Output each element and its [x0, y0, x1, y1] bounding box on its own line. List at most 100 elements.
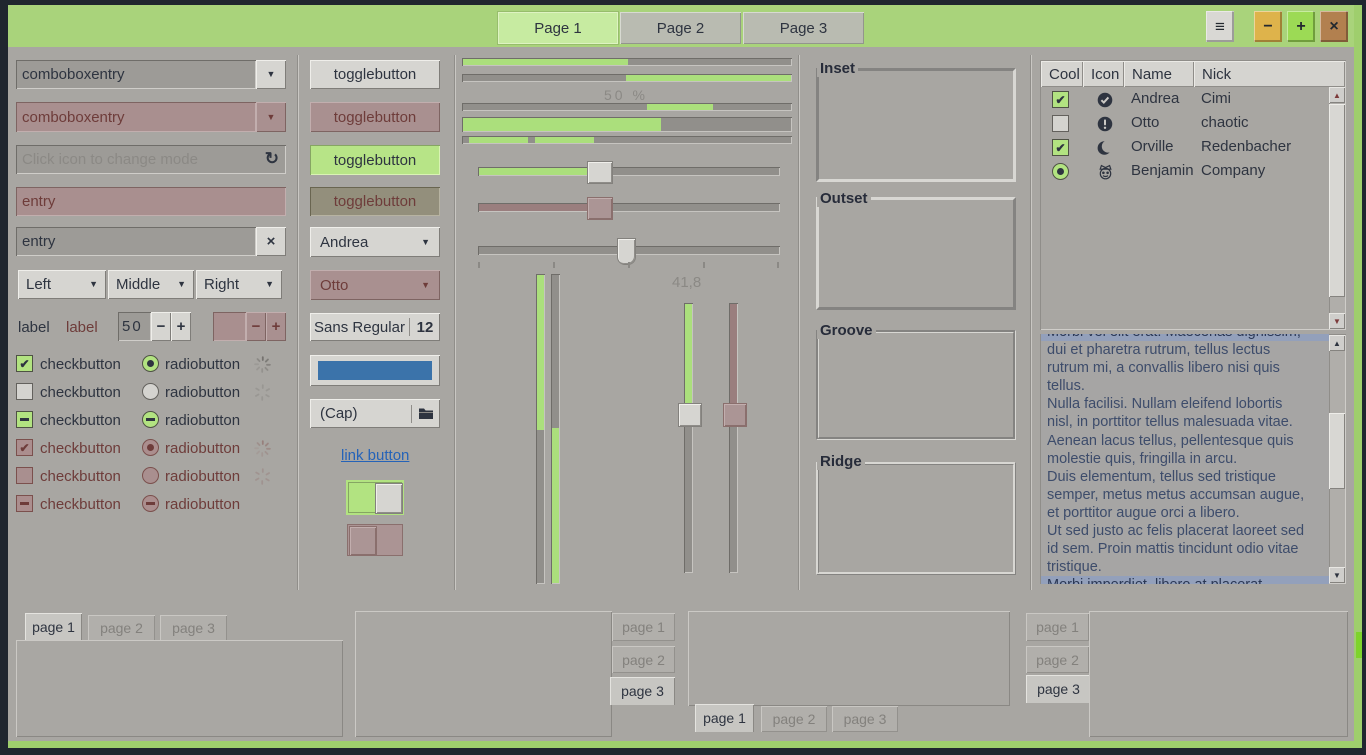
notebook-bottom-tab-page-3[interactable]: page 3 — [832, 706, 898, 732]
notebook-top-tab-page-3[interactable]: page 3 — [160, 615, 227, 641]
textview[interactable]: Morbi vel elit erat. Maecenas dignissim,… — [1040, 334, 1346, 584]
column-header-name[interactable]: Name — [1124, 61, 1194, 87]
file-chooser-button[interactable]: (Cap) — [310, 399, 440, 428]
notebook-top-tab-page-1[interactable]: page 1 — [25, 613, 82, 641]
notebook-right-tab-page-3[interactable]: page 3 — [610, 677, 675, 705]
refresh-icon[interactable]: ↻ — [265, 149, 279, 169]
minimize-button[interactable]: − — [1254, 11, 1282, 42]
cell-checkbox-checked[interactable]: ✔ — [1052, 91, 1069, 108]
radiobutton-mixed[interactable] — [142, 411, 159, 428]
checkbutton-checked[interactable]: ✔ — [16, 355, 33, 372]
slider-handle[interactable] — [617, 238, 636, 265]
textview-scrollbar[interactable]: ▲ ▼ — [1329, 335, 1345, 583]
notebook-left-tab-page-3[interactable]: page 3 — [1026, 675, 1091, 703]
combobox-left[interactable]: Left ▼ — [18, 270, 106, 299]
text-line-selected: Morbi vel elit erat. Maecenas dignissim, — [1041, 334, 1329, 341]
switch-on[interactable] — [346, 480, 404, 515]
table-row[interactable]: Otto chaotic — [1041, 112, 1330, 136]
table-scrollbar[interactable]: ▲ ▼ — [1329, 87, 1345, 329]
checkbutton-unchecked-disabled — [16, 467, 33, 484]
entry-input[interactable] — [16, 227, 256, 256]
entry-disabled-input — [16, 187, 286, 216]
combobox-middle[interactable]: Middle ▼ — [108, 270, 194, 299]
mode-entry[interactable]: ↻ — [16, 145, 286, 174]
combobox-andrea[interactable]: Andrea ▼ — [310, 227, 440, 257]
togglebutton-active[interactable]: togglebutton — [310, 145, 440, 175]
scroll-up-button[interactable]: ▲ — [1329, 335, 1345, 351]
spinbutton-plus-button[interactable]: + — [171, 312, 191, 341]
link-button[interactable]: link button — [341, 447, 409, 464]
slider-track[interactable] — [478, 167, 780, 176]
scale-mark — [777, 262, 779, 268]
column-header-cool[interactable]: Cool — [1041, 61, 1083, 87]
comboboxentry-dropdown-button[interactable]: ▼ — [256, 60, 286, 89]
spinbutton-value[interactable] — [118, 312, 151, 341]
color-button[interactable] — [310, 355, 440, 386]
switch-off-disabled — [347, 524, 403, 556]
notebook-bottom-tab-page-2[interactable]: page 2 — [761, 706, 827, 732]
table-row[interactable]: Benjamin Company — [1041, 160, 1330, 184]
checkbutton-mixed[interactable] — [16, 411, 33, 428]
scrollbar-thumb[interactable] — [1329, 104, 1345, 297]
titlebar-tab-page-2[interactable]: Page 2 — [620, 12, 741, 44]
slider-fill — [479, 204, 592, 211]
table-row[interactable]: ✔ Orville Redenbacher — [1041, 136, 1330, 160]
notebook-bottom-tab-page-1[interactable]: page 1 — [695, 704, 754, 732]
titlebar-tab-page-1[interactable]: Page 1 — [498, 12, 618, 44]
comboboxentry-input[interactable] — [16, 60, 256, 89]
cell-checkbox-checked[interactable]: ✔ — [1052, 139, 1069, 156]
togglebutton[interactable]: togglebutton — [310, 60, 440, 89]
cell-nick: Cimi — [1201, 90, 1231, 107]
mixed-dash — [146, 418, 155, 421]
scroll-up-button[interactable]: ▲ — [1329, 87, 1345, 103]
maximize-icon: + — [1296, 18, 1305, 36]
vslider[interactable] — [678, 303, 700, 573]
hslider-marks[interactable] — [478, 238, 780, 264]
tab-label: Page 1 — [534, 20, 582, 37]
switch-handle[interactable] — [375, 483, 403, 514]
combobox-right[interactable]: Right ▼ — [196, 270, 282, 299]
notebook-right-tab-page-1[interactable]: page 1 — [612, 613, 675, 641]
cell-checkbox-unchecked[interactable] — [1052, 115, 1069, 132]
maximize-button[interactable]: + — [1287, 11, 1315, 42]
scrollbar-thumb[interactable] — [1329, 413, 1345, 489]
scroll-down-button[interactable]: ▼ — [1329, 313, 1345, 329]
radiobutton-unselected[interactable] — [142, 383, 159, 400]
close-button[interactable]: × — [1320, 11, 1348, 42]
menu-button[interactable]: ≡ — [1206, 11, 1234, 42]
notebook-top-tab-page-2[interactable]: page 2 — [88, 615, 155, 641]
table-row[interactable]: ✔ Andrea Cimi — [1041, 88, 1330, 112]
entry-clear-button[interactable]: × — [256, 227, 286, 256]
column-header-nick[interactable]: Nick — [1194, 61, 1345, 87]
comboboxentry[interactable] — [16, 60, 256, 89]
slider-handle[interactable] — [678, 403, 702, 427]
slider-handle[interactable] — [587, 161, 613, 184]
mode-entry-input[interactable] — [16, 145, 286, 174]
column-header-icon[interactable]: Icon — [1083, 61, 1124, 87]
notebook-right-tab-page-2[interactable]: page 2 — [612, 646, 675, 673]
titlebar-tab-page-3[interactable]: Page 3 — [743, 12, 864, 44]
entry[interactable] — [16, 227, 256, 256]
cell-nick: Company — [1201, 162, 1265, 179]
spinbutton-input[interactable] — [118, 312, 151, 341]
spinbutton-minus-button[interactable]: − — [151, 312, 171, 341]
notebook-left-tab-page-2[interactable]: page 2 — [1026, 646, 1089, 673]
slider-track[interactable] — [684, 303, 693, 573]
slider-fill — [685, 304, 692, 415]
comboboxentry-disabled-dropdown-button: ▼ — [256, 102, 286, 132]
window-resize-grip[interactable] — [1356, 632, 1362, 658]
frame-inset — [816, 68, 1016, 182]
notebook-left-tab-page-1[interactable]: page 1 — [1026, 613, 1089, 641]
tab-label: page 1 — [703, 710, 746, 726]
text-line: molestie quis, fringilla in arcu. — [1041, 450, 1329, 468]
checkbutton-unchecked[interactable] — [16, 383, 33, 400]
radiobutton-selected[interactable] — [142, 355, 159, 372]
font-button[interactable]: Sans Regular 12 — [310, 313, 440, 341]
cell-radio-selected[interactable] — [1052, 163, 1069, 180]
checkbutton-label: checkbutton — [40, 384, 121, 401]
text-line: id sem. Proin mattis tincidunt odio vita… — [1041, 540, 1329, 558]
scroll-down-button[interactable]: ▼ — [1329, 567, 1345, 583]
check-icon: ✔ — [19, 357, 29, 371]
hslider[interactable] — [478, 161, 780, 182]
text-line: rutrum mi, a convallis libero nisi quis — [1041, 359, 1329, 377]
